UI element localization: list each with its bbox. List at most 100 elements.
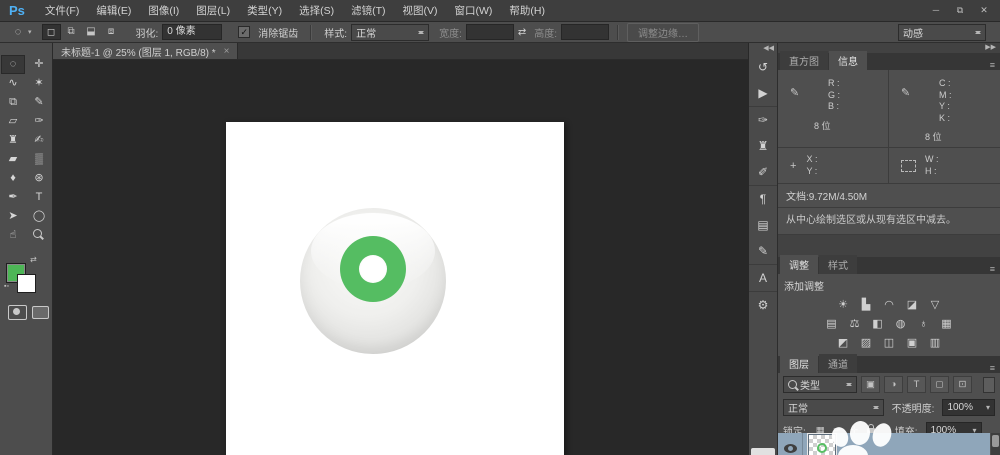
quick-mask-button[interactable]: [8, 305, 27, 320]
swap-dimensions-icon[interactable]: ⇄: [518, 27, 526, 38]
menu-window[interactable]: 窗口(W): [451, 1, 497, 20]
menu-type[interactable]: 类型(Y): [243, 1, 286, 20]
selective-color-icon[interactable]: ▣: [904, 336, 920, 349]
filter-shape-icon[interactable]: ◻: [930, 376, 949, 393]
curves-icon[interactable]: ◠: [881, 298, 897, 311]
menu-file[interactable]: 文件(F): [41, 1, 83, 20]
panel-menu-icon[interactable]: ≡: [990, 264, 995, 274]
close-button[interactable]: ✕: [972, 5, 996, 16]
layer-visibility-cell[interactable]: [778, 433, 803, 455]
magic-wand-tool[interactable]: ✶: [27, 74, 51, 93]
color-balance-icon[interactable]: ⚖: [847, 317, 863, 330]
crop-tool[interactable]: ⧉: [1, 93, 25, 112]
tab-adjustments[interactable]: 调整: [780, 255, 818, 274]
shape-tool[interactable]: ◯: [27, 207, 51, 226]
notes-panel-button[interactable]: ✎: [749, 238, 777, 264]
brush-tool[interactable]: ✑: [27, 112, 51, 131]
levels-icon[interactable]: ▙: [858, 298, 874, 311]
gradient-map-icon[interactable]: ▥: [927, 336, 943, 349]
zoom-tool[interactable]: [27, 226, 51, 245]
screen-mode-button[interactable]: [32, 306, 49, 319]
tool-presets-panel-button[interactable]: ✐: [749, 159, 777, 185]
collapse-strip-arrows-icon[interactable]: ◀◀: [749, 43, 777, 54]
eraser-tool[interactable]: ▰: [1, 150, 25, 169]
opacity-input[interactable]: 100% ▾: [942, 399, 995, 416]
minimize-button[interactable]: ─: [924, 5, 948, 16]
default-swatches-icon[interactable]: ▪▫: [4, 283, 9, 290]
move-tool[interactable]: ✛: [27, 55, 51, 74]
restore-button[interactable]: ⧉: [948, 5, 972, 16]
tool-preset-dropdown-icon[interactable]: ▾: [28, 28, 32, 36]
layers-scrollbar[interactable]: [991, 433, 1000, 455]
workspace-select[interactable]: 动感: [898, 23, 986, 41]
dodge-tool[interactable]: ⊛: [27, 169, 51, 188]
brightness-contrast-icon[interactable]: ☀: [835, 298, 851, 311]
add-selection-button[interactable]: ⧉: [62, 24, 81, 40]
cmyk-bit-depth[interactable]: 8 位: [925, 130, 1000, 143]
refine-edge-button[interactable]: 调整边缘…: [627, 22, 700, 42]
menu-edit[interactable]: 编辑(E): [92, 1, 135, 20]
type-tool[interactable]: T: [27, 188, 51, 207]
channel-mixer-icon[interactable]: ♁: [916, 318, 932, 330]
menu-image[interactable]: 图像(I): [144, 1, 183, 20]
brush-presets-panel-button[interactable]: ✑: [749, 106, 777, 133]
new-selection-button[interactable]: ◻: [41, 24, 61, 40]
panel-menu-icon[interactable]: ≡: [990, 363, 995, 373]
threshold-icon[interactable]: ◫: [881, 336, 897, 349]
vibrance-icon[interactable]: ▽: [927, 298, 943, 311]
width-input[interactable]: [465, 24, 514, 40]
path-selection-tool[interactable]: ➤: [1, 207, 25, 226]
filter-toggle[interactable]: [983, 376, 995, 393]
paragraph-panel-button[interactable]: ¶: [749, 185, 777, 212]
photo-filter-icon[interactable]: ◍: [893, 317, 909, 330]
swap-swatches-icon[interactable]: ⇄: [30, 255, 37, 264]
close-tab-icon[interactable]: ×: [224, 46, 230, 57]
canvas-area[interactable]: [53, 60, 748, 455]
properties-panel-button[interactable]: ⚙: [749, 291, 777, 318]
hue-saturation-icon[interactable]: ▤: [824, 317, 840, 330]
character-styles-panel-button[interactable]: A: [749, 264, 777, 291]
document-tab[interactable]: 未标题-1 @ 25% (图层 1, RGB/8) * ×: [53, 43, 239, 59]
menu-view[interactable]: 视图(V): [399, 1, 442, 20]
tab-styles[interactable]: 样式: [819, 255, 857, 274]
scrollbar-thumb[interactable]: [992, 435, 999, 447]
chevron-down-icon[interactable]: ▾: [986, 401, 990, 415]
antialias-checkbox[interactable]: ✓: [238, 26, 251, 38]
background-color-swatch[interactable]: [17, 274, 36, 293]
menu-layer[interactable]: 图层(L): [192, 1, 234, 20]
panel-menu-icon[interactable]: ≡: [990, 60, 995, 70]
filter-adjustment-icon[interactable]: ◑: [884, 376, 903, 393]
hand-tool[interactable]: ☝: [1, 226, 25, 245]
subtract-selection-button[interactable]: ⬓: [82, 24, 101, 40]
color-lookup-icon[interactable]: ▦: [939, 317, 955, 330]
clone-stamp-tool[interactable]: ♜: [1, 131, 25, 150]
pen-tool[interactable]: ✒: [1, 188, 25, 207]
style-select[interactable]: 正常: [351, 23, 430, 41]
posterize-icon[interactable]: ▨: [858, 336, 874, 349]
menu-help[interactable]: 帮助(H): [505, 1, 549, 20]
layer-filter-select[interactable]: 类型: [783, 376, 857, 393]
clone-source-panel-button[interactable]: ♜: [749, 133, 777, 159]
eyedropper-tool[interactable]: ✎: [27, 93, 51, 112]
invert-icon[interactable]: ◩: [835, 336, 851, 349]
feather-input[interactable]: 0 像素: [162, 24, 223, 40]
tool-preset-icon[interactable]: ◌: [8, 23, 28, 42]
history-brush-tool[interactable]: ✍: [27, 131, 51, 150]
exposure-icon[interactable]: ◪: [904, 298, 920, 311]
filter-pixel-icon[interactable]: ▣: [861, 376, 880, 393]
height-input[interactable]: [561, 24, 610, 40]
lasso-tool[interactable]: ∿: [1, 74, 25, 93]
intersect-selection-button[interactable]: ⧈: [102, 24, 121, 40]
menu-filter[interactable]: 滤镜(T): [347, 1, 389, 20]
elliptical-marquee-tool[interactable]: ◌: [1, 55, 25, 74]
actions-panel-button[interactable]: ▶: [749, 80, 777, 106]
blend-mode-select[interactable]: 正常: [783, 399, 884, 416]
rgb-bit-depth[interactable]: 8 位: [814, 119, 888, 132]
tab-histogram[interactable]: 直方图: [780, 51, 828, 70]
character-panel-button[interactable]: ▤: [749, 212, 777, 238]
healing-brush-tool[interactable]: ▱: [1, 112, 25, 131]
black-white-icon[interactable]: ◧: [870, 317, 886, 330]
blur-tool[interactable]: ♦: [1, 169, 25, 188]
tab-layers[interactable]: 图层: [780, 354, 818, 373]
gradient-tool[interactable]: ▒: [27, 150, 51, 169]
